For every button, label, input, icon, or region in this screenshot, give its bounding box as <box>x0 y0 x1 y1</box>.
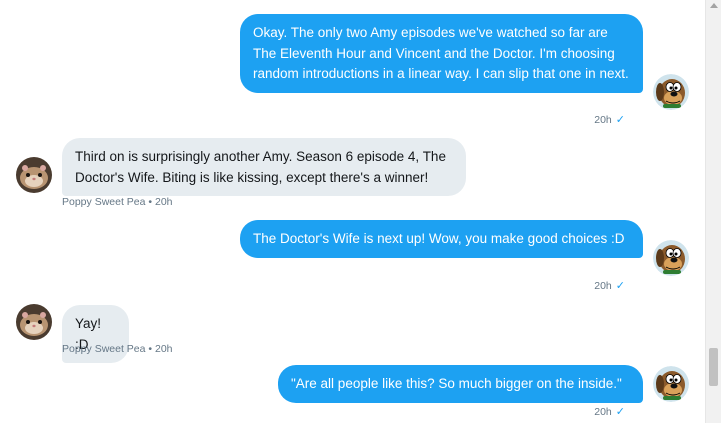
cartoon-dog-avatar[interactable] <box>653 240 689 276</box>
scroll-up-arrow-icon[interactable] <box>710 3 718 8</box>
scrollbar-thumb[interactable] <box>709 348 718 386</box>
check-icon: ✓ <box>615 406 625 418</box>
received-message-meta: Poppy Sweet Pea • 20h <box>62 343 173 355</box>
cartoon-dog-avatar[interactable] <box>653 74 689 110</box>
received-message-bubble[interactable]: Third on is surprisingly another Amy. Se… <box>62 138 466 196</box>
message-time: 20h <box>594 114 612 126</box>
message-time: 20h <box>594 280 612 292</box>
check-icon: ✓ <box>615 114 625 126</box>
dm-conversation-window: Okay. The only two Amy episodes we've wa… <box>0 0 721 423</box>
sent-message-bubble[interactable]: "Are all people like this? So much bigge… <box>278 365 643 403</box>
hamster-photo-avatar[interactable] <box>16 304 52 340</box>
sent-message-meta: 20h ✓ <box>594 113 625 126</box>
sent-message-bubble[interactable]: Okay. The only two Amy episodes we've wa… <box>240 14 643 93</box>
received-message-meta: Poppy Sweet Pea • 20h <box>62 196 173 208</box>
cartoon-dog-avatar[interactable] <box>653 366 689 402</box>
sent-message-meta: 20h ✓ <box>594 405 625 418</box>
vertical-scrollbar[interactable] <box>705 0 721 423</box>
sent-message-meta: 20h ✓ <box>594 279 625 292</box>
hamster-photo-avatar[interactable] <box>16 157 52 193</box>
message-time: 20h <box>594 406 612 418</box>
check-icon: ✓ <box>615 280 625 292</box>
sent-message-bubble[interactable]: The Doctor's Wife is next up! Wow, you m… <box>240 220 643 258</box>
message-list: Okay. The only two Amy episodes we've wa… <box>0 0 705 423</box>
